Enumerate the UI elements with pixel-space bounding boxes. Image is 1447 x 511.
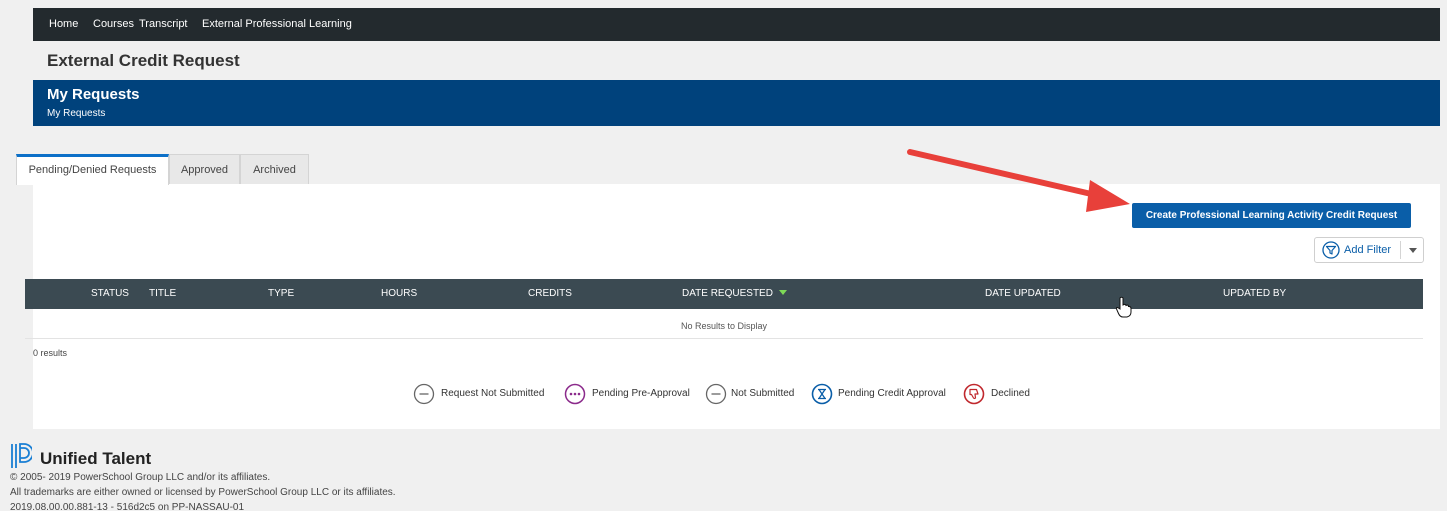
ellipsis-circle-icon [564, 383, 586, 405]
filter-control: Add Filter [1314, 237, 1424, 263]
annotation-arrow-icon [907, 149, 1130, 212]
version-text: 2019.08.00.00.881-13 - 516d2c5 on PP-NAS… [10, 502, 245, 511]
add-filter-label: Add Filter [1344, 244, 1392, 256]
empty-message: No Results to Display [680, 321, 768, 331]
filter-icon [1322, 241, 1340, 259]
hourglass-circle-icon [811, 383, 833, 405]
create-credit-request-button[interactable]: Create Professional Learning Activity Cr… [1132, 203, 1411, 228]
trademark-text: All trademarks are either owned or licen… [10, 487, 396, 498]
minus-circle-icon [413, 383, 435, 405]
legend-pending-pre-approval: Pending Pre-Approval [564, 383, 704, 405]
column-updated-by[interactable]: UPDATED BY [1223, 288, 1286, 299]
legend-not-submitted: Not Submitted [705, 383, 810, 405]
banner-heading: My Requests [47, 86, 140, 103]
legend-label: Pending Pre-Approval [592, 388, 690, 399]
legend-declined: Declined [963, 383, 1043, 405]
hand-cursor-icon [1115, 296, 1132, 318]
copyright-text: © 2005- 2019 PowerSchool Group LLC and/o… [10, 472, 271, 483]
add-filter-button[interactable]: Add Filter [1315, 238, 1399, 262]
breadcrumb[interactable]: My Requests [47, 108, 105, 119]
column-credits[interactable]: CREDITS [528, 288, 572, 299]
nav-home[interactable]: Home [49, 18, 78, 30]
legend-label: Request Not Submitted [441, 388, 545, 399]
thumbs-down-circle-icon [963, 383, 985, 405]
tab-approved[interactable]: Approved [169, 154, 240, 184]
tab-pending-denied[interactable]: Pending/Denied Requests [16, 154, 169, 185]
tab-archived[interactable]: Archived [240, 154, 309, 184]
sort-descending-icon [778, 290, 787, 295]
table-header: STATUS TITLE TYPE HOURS CREDITS DATE REQ… [25, 279, 1423, 309]
column-hours[interactable]: HOURS [381, 288, 417, 299]
nav-external-professional-learning[interactable]: External Professional Learning [202, 18, 352, 30]
nav-courses[interactable]: Courses [93, 18, 134, 30]
column-date-requested[interactable]: DATE REQUESTED [682, 288, 787, 299]
brand-name: Unified Talent [40, 449, 152, 468]
legend-pending-credit-approval: Pending Credit Approval [811, 383, 961, 405]
chevron-down-icon[interactable] [1404, 238, 1422, 262]
column-date-updated[interactable]: DATE UPDATED [985, 288, 1061, 299]
powerschool-logo-icon [11, 443, 32, 468]
column-title[interactable]: TITLE [149, 288, 176, 299]
legend-label: Pending Credit Approval [838, 388, 946, 399]
column-date-requested-label: DATE REQUESTED [682, 288, 773, 299]
legend-label: Declined [991, 388, 1030, 399]
divider [1400, 241, 1401, 259]
nav-transcript[interactable]: Transcript [139, 18, 188, 30]
minus-circle-icon [705, 383, 727, 405]
result-count: 0 results [33, 348, 68, 358]
page-title: External Credit Request [47, 51, 240, 70]
column-status[interactable]: STATUS [91, 288, 129, 299]
top-nav: Home Courses Transcript External Profess… [33, 8, 1440, 41]
legend-request-not-submitted: Request Not Submitted [413, 383, 563, 405]
page-banner: My Requests My Requests [33, 80, 1440, 126]
table-body: No Results to Display [25, 309, 1423, 339]
column-type[interactable]: TYPE [268, 288, 294, 299]
legend-label: Not Submitted [731, 388, 795, 399]
